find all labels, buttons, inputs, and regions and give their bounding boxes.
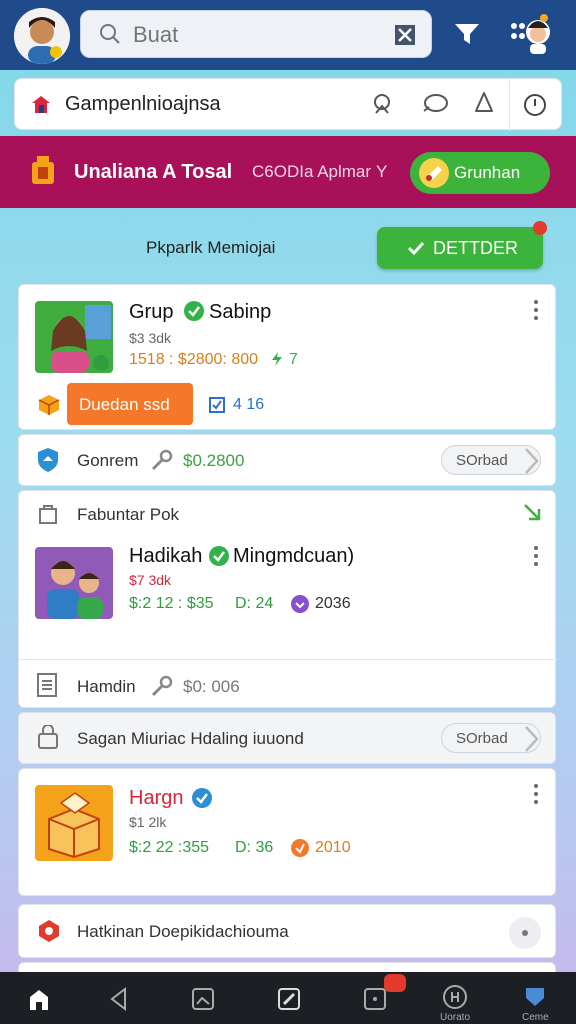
product-stats-d: D: 24 <box>235 595 274 612</box>
product-price: $7 3dk <box>129 572 172 588</box>
key-icon <box>151 675 173 697</box>
pill-label: SOrbad <box>456 730 508 747</box>
mascot-menu-icon[interactable] <box>508 10 556 58</box>
search-bar[interactable] <box>80 10 432 58</box>
clock-icon[interactable] <box>523 93 547 117</box>
inbox-icon[interactable] <box>362 986 388 1012</box>
product-card[interactable]: Fabuntar Pok Hadikah Mingmdcuan) $7 3dk … <box>18 490 557 708</box>
promo-button-label: Grunhan <box>454 163 521 182</box>
dot-icon <box>522 930 528 936</box>
row-value: $0.2800 <box>183 451 245 470</box>
product-thumbnail <box>35 547 113 619</box>
back-icon[interactable] <box>106 986 132 1012</box>
product-price: $1 2lk <box>129 814 167 830</box>
box-icon <box>38 395 60 415</box>
list-row[interactable]: Gonrem $0.2800 SOrbad <box>18 434 556 486</box>
seller-name: Mingmdcuan) <box>233 545 355 567</box>
product-stats-d: D: 36 <box>235 839 274 856</box>
product-likes: 2036 <box>315 595 351 612</box>
lightning-icon <box>272 352 282 366</box>
list-row[interactable]: Hatkinan Doepikidachiouma <box>18 904 556 958</box>
fire-icon <box>291 839 309 857</box>
key-icon <box>151 449 173 471</box>
row-label: Gonrem <box>77 451 139 470</box>
lantern-icon <box>32 156 54 184</box>
card-header: Fabuntar Pok <box>77 505 180 524</box>
divider <box>19 659 557 660</box>
filter-icon[interactable] <box>452 18 482 48</box>
edit-icon[interactable] <box>276 986 302 1012</box>
badge-icon <box>39 920 59 942</box>
row-label: Sagan Miuriac Hdaling iuuond <box>77 729 304 748</box>
lock-icon <box>38 725 58 749</box>
product-likes: 2010 <box>315 839 351 856</box>
notification-dot <box>533 221 547 235</box>
banner-title: Unaliana A Tosal <box>74 161 233 183</box>
address-text: Gampenlnioajnsa <box>65 93 221 115</box>
chevron-right-icon[interactable] <box>523 447 539 475</box>
pill-label: SOrbad <box>456 452 508 469</box>
product-thumbnail <box>35 301 113 373</box>
promo-action-button[interactable]: Grunhan <box>410 152 550 194</box>
row-label: Hamdin <box>77 677 136 696</box>
product-name: Grup <box>129 301 174 323</box>
nav-label: Ceme <box>522 1012 549 1023</box>
verified-badge-icon <box>192 788 212 808</box>
product-stats: 1518 : $2800: 800 <box>129 351 259 368</box>
bottom-navigation <box>0 972 576 1024</box>
voice-icon[interactable] <box>371 93 393 115</box>
verified-icon <box>184 301 204 321</box>
deter-button[interactable]: DETTDER <box>377 221 547 269</box>
checkbox-icon[interactable] <box>209 397 225 413</box>
nav-label: Uorato <box>440 1012 471 1023</box>
chevron-down-icon[interactable]: Y <box>376 162 387 182</box>
list-row[interactable]: Sagan Miuriac Hdaling iuuond SOrbad <box>18 712 556 764</box>
deter-button-label: DETTDER <box>433 238 518 258</box>
product-stats: $:2 22 :355 <box>129 839 210 856</box>
coupon-label: Duedan ssd <box>79 395 170 414</box>
notification-badge <box>384 974 406 992</box>
stat-extra: 7 <box>289 351 298 368</box>
heart-icon <box>291 595 309 613</box>
verified-icon <box>209 546 229 566</box>
row-label: Hatkinan Doepikidachiouma <box>77 922 289 941</box>
profile-icon[interactable] <box>522 984 548 1010</box>
document-icon <box>37 673 57 697</box>
seller-name: Sabinp <box>209 301 272 323</box>
bag-icon <box>39 505 57 524</box>
megaphone-icon <box>419 158 449 188</box>
product-stats: $:2 12 : $35 <box>129 595 214 612</box>
location-flag-icon <box>32 96 50 113</box>
check-icon <box>407 241 425 256</box>
bell-icon[interactable] <box>473 91 495 115</box>
chat-icon[interactable] <box>421 93 449 115</box>
search-icon <box>100 24 120 44</box>
product-card[interactable]: Hargn $1 2lk $:2 22 :355 D: 36 2010 <box>18 768 556 896</box>
product-name: Hargn <box>129 787 184 809</box>
coupon-tag[interactable]: Duedan ssd <box>67 383 193 425</box>
history-icon[interactable] <box>442 984 468 1010</box>
coupon-count: 4 16 <box>233 396 265 413</box>
product-name: Hadikah <box>129 545 203 567</box>
section-title: Pkparlk Memiojai <box>146 238 276 257</box>
product-thumbnail <box>35 785 113 861</box>
divider <box>509 79 510 131</box>
banner-subtitle: C6ODIa Aplmar <box>252 162 372 181</box>
arrow-icon[interactable] <box>523 503 541 521</box>
row-action-button[interactable] <box>509 917 541 949</box>
delivery-address-bar[interactable]: Gampenlnioajnsa <box>14 78 562 131</box>
more-options-icon[interactable] <box>533 299 539 321</box>
scan-icon[interactable] <box>393 23 417 47</box>
row-value: $0: 006 <box>183 677 240 696</box>
chevron-right-icon[interactable] <box>523 725 539 753</box>
user-avatar[interactable] <box>14 8 70 64</box>
search-input[interactable] <box>133 21 373 49</box>
product-price: $3 3dk <box>129 330 172 346</box>
shield-icon <box>38 448 58 472</box>
home-icon[interactable] <box>26 986 52 1012</box>
more-options-icon[interactable] <box>533 783 539 805</box>
gallery-icon[interactable] <box>190 986 216 1012</box>
more-options-icon[interactable] <box>533 545 539 567</box>
product-card[interactable]: Grup Sabinp $3 3dk 1518 : $2800: 800 7 D… <box>18 284 556 430</box>
